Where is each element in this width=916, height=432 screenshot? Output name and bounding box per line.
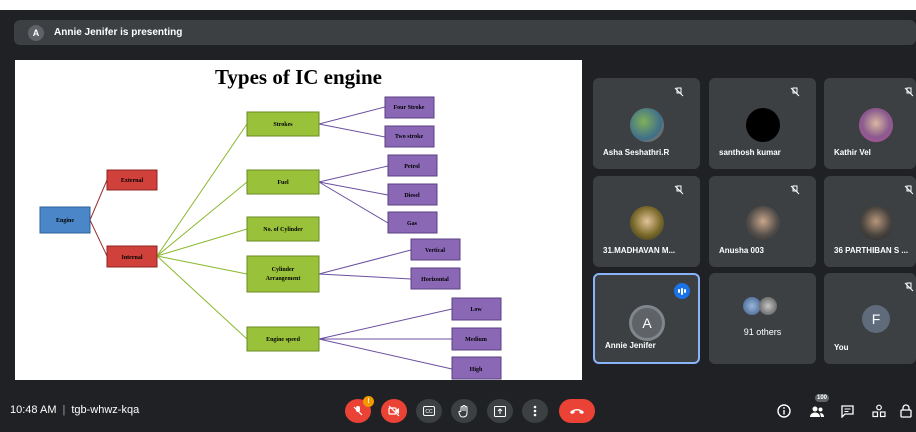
participant-name: Kathir Vel bbox=[834, 148, 871, 157]
node-engine-speed-label: Engine speed bbox=[266, 337, 301, 343]
mic-off-icon bbox=[674, 185, 684, 195]
captions-icon: CC bbox=[423, 406, 435, 416]
participant-avatar: A bbox=[629, 305, 665, 341]
meet-window: A Annie Jenifer is presenting Types of I… bbox=[0, 0, 916, 432]
participant-tile[interactable]: Kathir Vel bbox=[824, 78, 916, 169]
participant-photo bbox=[746, 108, 780, 142]
participant-name: Asha Seshathri.R bbox=[603, 148, 670, 157]
clock-time: 10:48 AM bbox=[10, 404, 57, 416]
people-button[interactable]: 100 bbox=[808, 394, 830, 420]
camera-off-icon bbox=[388, 405, 400, 417]
more-options-button[interactable] bbox=[522, 399, 548, 423]
activities-icon bbox=[872, 404, 886, 418]
host-controls-button[interactable] bbox=[900, 402, 916, 420]
diagram-nodes: Engine External Internal Strokes Fuel No… bbox=[39, 96, 502, 380]
participant-name: Annie Jenifer bbox=[605, 341, 656, 350]
mic-off-icon bbox=[353, 406, 363, 416]
people-count-badge: 100 bbox=[815, 394, 830, 402]
chat-button[interactable] bbox=[838, 402, 856, 420]
bottom-bar: 10:48 AM | tgb-whwz-kqa ! CC 100 bbox=[0, 390, 916, 432]
node-external-label: External bbox=[121, 178, 144, 184]
participant-tile-active[interactable]: A Annie Jenifer bbox=[593, 273, 700, 364]
self-avatar: F bbox=[862, 305, 890, 333]
mic-toggle-button[interactable]: ! bbox=[345, 396, 374, 423]
participant-tile[interactable]: Anusha 003 bbox=[709, 176, 816, 267]
more-icon bbox=[533, 405, 537, 417]
node-cylinder-arrangement-label-2: Arrangement bbox=[266, 276, 301, 282]
chat-icon bbox=[840, 404, 854, 418]
participant-name: 31.MADHAVAN M... bbox=[603, 246, 676, 255]
presenter-banner: A Annie Jenifer is presenting bbox=[14, 20, 916, 45]
node-petrol-label: Petrol bbox=[404, 164, 420, 170]
node-horizontal-label: Horizontal bbox=[421, 277, 449, 283]
browser-edge bbox=[0, 0, 916, 10]
mic-off-icon bbox=[790, 87, 800, 97]
present-icon bbox=[494, 405, 506, 417]
others-tile[interactable]: 91 others bbox=[709, 273, 816, 364]
node-two-stroke-label: Two stroke bbox=[395, 134, 424, 140]
node-low-label: Low bbox=[470, 307, 482, 313]
node-internal-label: Internal bbox=[122, 255, 143, 261]
node-cylinder-arrangement bbox=[246, 255, 320, 293]
end-call-icon bbox=[570, 409, 584, 414]
participant-name: You bbox=[834, 343, 849, 352]
mic-off-icon bbox=[904, 282, 914, 292]
participant-name: 36 PARTHIBAN S ... bbox=[834, 246, 909, 255]
participant-photo bbox=[859, 108, 893, 142]
participant-tile[interactable]: Asha Seshathri.R bbox=[593, 78, 700, 169]
participant-tile[interactable]: 36 PARTHIBAN S ... bbox=[824, 176, 916, 267]
mic-off-icon bbox=[904, 87, 914, 97]
presenter-text: Annie Jenifer is presenting bbox=[54, 27, 183, 38]
activities-button[interactable] bbox=[870, 402, 888, 420]
end-call-button[interactable] bbox=[559, 399, 595, 423]
node-medium-label: Medium bbox=[465, 337, 487, 343]
captions-button[interactable]: CC bbox=[416, 399, 442, 423]
info-icon bbox=[777, 404, 791, 418]
raise-hand-icon bbox=[458, 404, 468, 418]
camera-toggle-button[interactable] bbox=[381, 399, 407, 423]
mic-warning-badge: ! bbox=[363, 396, 374, 407]
present-button[interactable] bbox=[487, 399, 513, 423]
mic-off-icon bbox=[674, 87, 684, 97]
participant-photo bbox=[746, 206, 780, 240]
others-avatar bbox=[759, 297, 777, 315]
engine-diagram: Engine External Internal Strokes Fuel No… bbox=[39, 96, 502, 380]
meeting-details: 10:48 AM | tgb-whwz-kqa bbox=[10, 404, 139, 416]
meeting-info-button[interactable] bbox=[775, 402, 793, 420]
svg-text:CC: CC bbox=[425, 409, 433, 415]
participant-name: santhosh kumar bbox=[719, 148, 781, 157]
people-icon bbox=[810, 406, 824, 417]
meeting-code: tgb-whwz-kqa bbox=[71, 404, 140, 416]
others-count-label: 91 others bbox=[743, 327, 782, 337]
separator: | bbox=[62, 404, 66, 416]
node-cylinder-arrangement-label-1: Cylinder bbox=[272, 267, 295, 273]
participant-photo bbox=[630, 108, 664, 142]
participant-name: Anusha 003 bbox=[719, 246, 764, 255]
lock-icon bbox=[900, 404, 912, 418]
presenter-avatar: A bbox=[28, 24, 44, 41]
participant-tile[interactable]: santhosh kumar bbox=[709, 78, 816, 169]
node-four-stroke-label: Four Stroke bbox=[394, 105, 425, 111]
node-high-label: High bbox=[470, 367, 483, 373]
participant-photo bbox=[859, 206, 893, 240]
node-fuel-label: Fuel bbox=[277, 180, 289, 186]
node-vertical-label: Vertical bbox=[425, 248, 445, 254]
node-strokes-label: Strokes bbox=[273, 122, 293, 128]
raise-hand-button[interactable] bbox=[451, 399, 477, 423]
participant-tile-self[interactable]: F You bbox=[824, 273, 916, 364]
node-no-cylinder-label: No. of Cylinder bbox=[263, 227, 303, 233]
presentation-slide: Types of IC engine Engine External Inter… bbox=[15, 60, 582, 380]
mic-off-icon bbox=[904, 185, 914, 195]
participant-photo bbox=[630, 206, 664, 240]
mic-off-icon bbox=[790, 185, 800, 195]
node-engine-label: Engine bbox=[56, 218, 74, 224]
node-diesel-label: Diesel bbox=[404, 193, 420, 199]
node-gas-label: Gas bbox=[407, 221, 418, 227]
speaking-indicator-icon bbox=[674, 283, 690, 299]
participant-tile[interactable]: 31.MADHAVAN M... bbox=[593, 176, 700, 267]
